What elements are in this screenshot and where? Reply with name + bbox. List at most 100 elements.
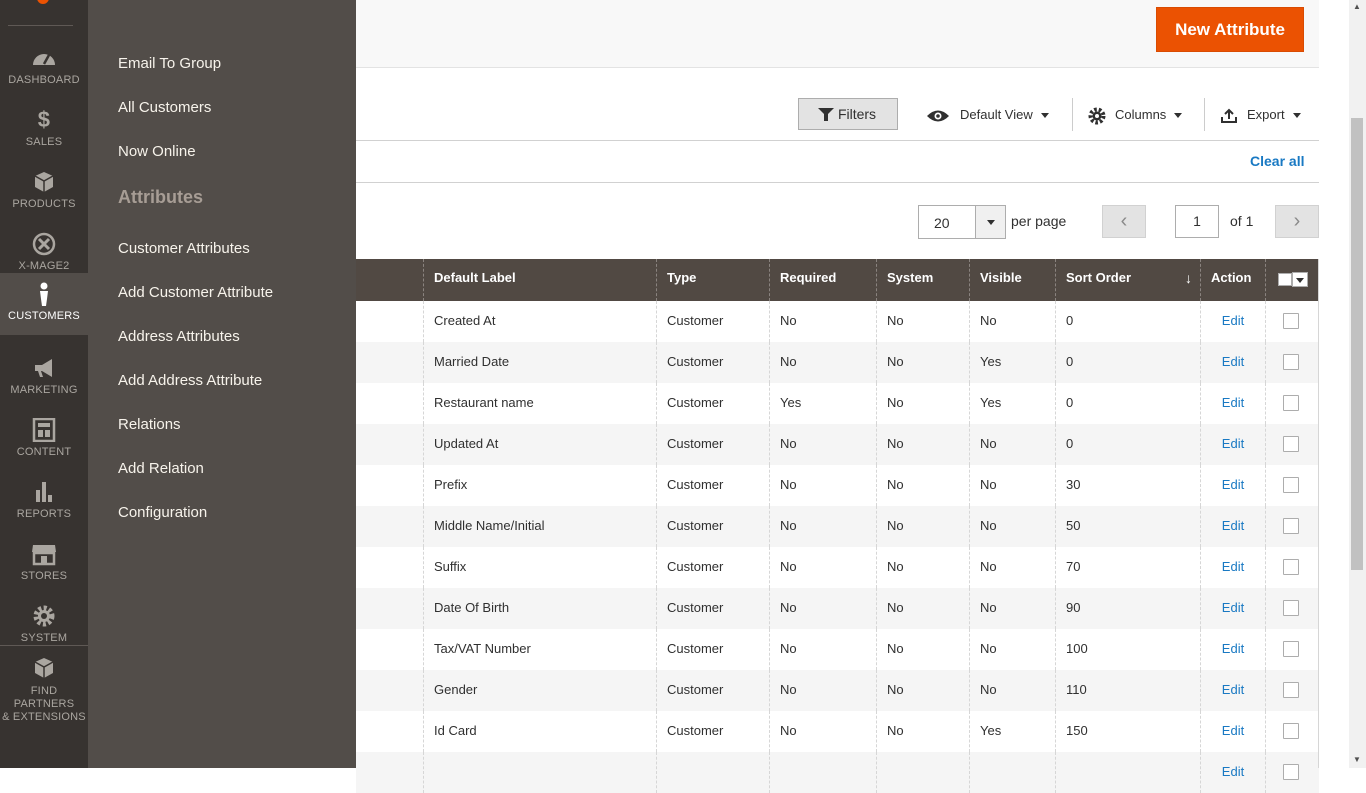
table-row[interactable]: Date Of Birth Customer No No No 90 Edit	[356, 588, 1319, 629]
edit-link[interactable]: Edit	[1222, 600, 1244, 615]
toolbar-divider-line	[356, 140, 1319, 141]
row-checkbox[interactable]	[1283, 436, 1299, 452]
table-row[interactable]: Updated At Customer No No No 0 Edit	[356, 424, 1319, 465]
row-checkbox[interactable]	[1283, 395, 1299, 411]
submenu-customer-attributes[interactable]: Customer Attributes	[118, 240, 250, 257]
row-checkbox[interactable]	[1283, 518, 1299, 534]
edit-link[interactable]: Edit	[1222, 682, 1244, 697]
edit-link[interactable]: Edit	[1222, 641, 1244, 656]
nav-item-find-partners[interactable]: FIND PARTNERS & EXTENSIONS	[0, 655, 88, 723]
edit-link[interactable]: Edit	[1222, 354, 1244, 369]
previous-page-button[interactable]: ‹	[1102, 205, 1146, 238]
column-header-visible[interactable]: Visible	[969, 259, 1055, 301]
edit-link[interactable]: Edit	[1222, 559, 1244, 574]
export-dropdown[interactable]: Export	[1220, 104, 1301, 126]
cell-system: No	[876, 424, 969, 465]
table-row[interactable]: Gender Customer No No No 110 Edit	[356, 670, 1319, 711]
view-switcher[interactable]: Default View	[926, 104, 1049, 126]
table-row[interactable]: Id Card Customer No No Yes 150 Edit	[356, 711, 1319, 752]
table-row[interactable]: Restaurant name Customer Yes No Yes 0 Edit	[356, 383, 1319, 424]
dashboard-icon	[33, 54, 55, 65]
edit-link[interactable]: Edit	[1222, 477, 1244, 492]
nav-item-content[interactable]: CONTENT	[0, 407, 88, 469]
submenu-configuration[interactable]: Configuration	[118, 504, 207, 521]
row-checkbox[interactable]	[1283, 600, 1299, 616]
chevron-right-icon: ›	[1293, 210, 1301, 232]
storefront-icon	[32, 545, 56, 566]
submenu-add-relation[interactable]: Add Relation	[118, 460, 204, 477]
column-header-type[interactable]: Type	[656, 259, 769, 301]
scroll-up-icon[interactable]: ▲	[1353, 2, 1361, 11]
cell-hidden	[356, 424, 423, 465]
nav-label: SALES	[25, 136, 63, 148]
column-header-sort-order[interactable]: Sort Order ↓	[1055, 259, 1200, 301]
nav-item-reports[interactable]: REPORTS	[0, 469, 88, 531]
submenu-add-address-attribute[interactable]: Add Address Attribute	[118, 372, 262, 389]
edit-link[interactable]: Edit	[1222, 313, 1244, 328]
submenu-relations[interactable]: Relations	[118, 416, 181, 433]
table-row[interactable]: Created At Customer No No No 0 Edit	[356, 301, 1319, 342]
column-header-default-label[interactable]: Default Label	[423, 259, 656, 301]
nav-item-customers[interactable]: CUSTOMERS	[0, 273, 88, 335]
nav-item-marketing[interactable]: MARKETING	[0, 345, 88, 407]
submenu-section-title: Attributes	[118, 187, 203, 207]
row-checkbox[interactable]	[1283, 354, 1299, 370]
table-row[interactable]: Prefix Customer No No No 30 Edit	[356, 465, 1319, 506]
edit-link[interactable]: Edit	[1222, 764, 1244, 779]
table-row[interactable]: Middle Name/Initial Customer No No No 50 Edit	[356, 506, 1319, 547]
submenu-now-online[interactable]: Now Online	[118, 143, 196, 160]
cell-hidden	[356, 342, 423, 383]
row-checkbox[interactable]	[1283, 764, 1299, 780]
nav-item-dashboard[interactable]: DASHBOARD	[0, 35, 88, 97]
table-row[interactable]: Tax/VAT Number Customer No No No 100 Edit	[356, 629, 1319, 670]
chevron-down-icon	[1292, 113, 1301, 119]
magento-logo-icon[interactable]	[37, 0, 49, 4]
submenu-all-customers[interactable]: All Customers	[118, 99, 211, 116]
row-checkbox[interactable]	[1283, 313, 1299, 329]
scrollbar-thumb[interactable]	[1351, 118, 1363, 570]
row-checkbox[interactable]	[1283, 641, 1299, 657]
vertical-scrollbar[interactable]: ▲ ▼	[1349, 0, 1366, 768]
clear-all-link[interactable]: Clear all	[1250, 153, 1304, 169]
cell-visible: No	[969, 301, 1055, 342]
table-row[interactable]: Edit	[356, 752, 1319, 793]
mass-select-dropdown[interactable]	[1292, 272, 1308, 287]
table-row[interactable]: Married Date Customer No No Yes 0 Edit	[356, 342, 1319, 383]
page-number-input[interactable]: 1	[1175, 205, 1219, 238]
per-page-select[interactable]: 20	[918, 205, 1006, 239]
per-page-toggle[interactable]	[975, 206, 1005, 238]
nav-item-sales[interactable]: $ SALES	[0, 97, 88, 159]
column-header-system[interactable]: System	[876, 259, 969, 301]
submenu-email-to-group[interactable]: Email To Group	[118, 55, 221, 72]
filters-button[interactable]: Filters	[798, 98, 898, 130]
edit-link[interactable]: Edit	[1222, 436, 1244, 451]
grid-header: Default Label Type Required System Visib…	[356, 259, 1319, 301]
cell-action: Edit	[1200, 547, 1265, 588]
nav-item-products[interactable]: PRODUCTS	[0, 159, 88, 221]
new-attribute-button[interactable]: New Attribute	[1156, 7, 1304, 52]
cell-select	[1265, 424, 1319, 465]
column-header-required[interactable]: Required	[769, 259, 876, 301]
extensions-icon	[34, 658, 54, 678]
row-checkbox[interactable]	[1283, 559, 1299, 575]
edit-link[interactable]: Edit	[1222, 723, 1244, 738]
page-total-label: of 1	[1230, 213, 1254, 229]
select-all-checkbox[interactable]	[1278, 273, 1292, 286]
table-row[interactable]: Suffix Customer No No No 70 Edit	[356, 547, 1319, 588]
row-checkbox[interactable]	[1283, 682, 1299, 698]
edit-link[interactable]: Edit	[1222, 395, 1244, 410]
scroll-down-icon[interactable]: ▼	[1353, 755, 1361, 764]
sort-order-label: Sort Order	[1066, 270, 1132, 285]
nav-item-stores[interactable]: STORES	[0, 531, 88, 593]
row-checkbox[interactable]	[1283, 723, 1299, 739]
row-checkbox[interactable]	[1283, 477, 1299, 493]
column-header-mass-select[interactable]	[1265, 259, 1319, 301]
edit-link[interactable]: Edit	[1222, 518, 1244, 533]
column-header-hidden[interactable]	[356, 259, 423, 301]
next-page-button[interactable]: ›	[1275, 205, 1319, 238]
submenu-add-customer-attribute[interactable]: Add Customer Attribute	[118, 284, 273, 301]
cell-action: Edit	[1200, 588, 1265, 629]
nav-label: REPORTS	[16, 508, 72, 520]
columns-dropdown[interactable]: Columns	[1088, 104, 1183, 126]
submenu-address-attributes[interactable]: Address Attributes	[118, 328, 240, 345]
